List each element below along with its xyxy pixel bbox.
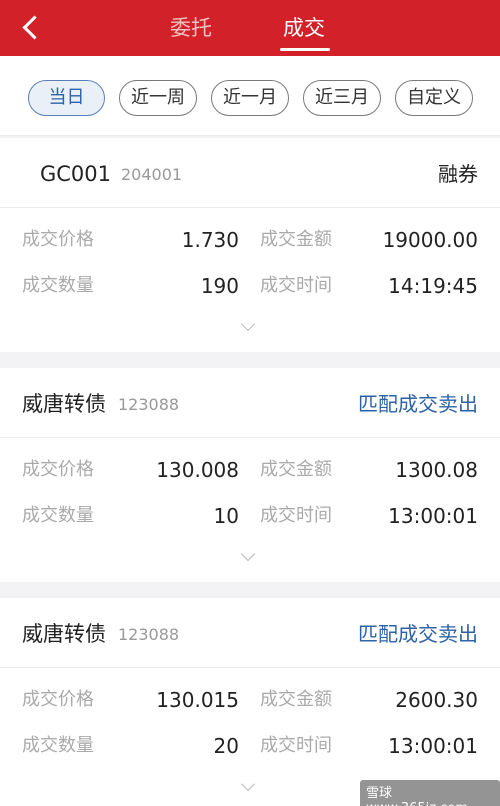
time-label: 成交时间 bbox=[260, 505, 332, 526]
trade-card[interactable]: 威唐转债 123088 匹配成交卖出 成交价格 130.008 成交金额 130… bbox=[0, 368, 500, 582]
quantity-value: 190 bbox=[200, 274, 239, 298]
amount-label: 成交金额 bbox=[260, 459, 332, 480]
trade-card-header: GC001 204001 融券 bbox=[0, 138, 500, 208]
trade-card-header: 威唐转债 123088 匹配成交卖出 bbox=[0, 598, 500, 668]
filter-custom[interactable]: 自定义 bbox=[395, 80, 473, 116]
time-label: 成交时间 bbox=[260, 275, 332, 296]
price-value: 130.015 bbox=[156, 688, 239, 712]
time-value: 13:00:01 bbox=[388, 734, 478, 758]
tab-orders[interactable]: 委托 bbox=[170, 13, 212, 43]
quantity-value: 20 bbox=[213, 734, 239, 758]
active-tab-underline bbox=[280, 48, 330, 51]
amount-value: 2600.30 bbox=[395, 688, 478, 712]
filter-three-months[interactable]: 近三月 bbox=[303, 80, 381, 116]
expand-chevron-icon[interactable] bbox=[240, 776, 256, 792]
price-value: 1.730 bbox=[181, 228, 239, 252]
amount-value: 1300.08 bbox=[395, 458, 478, 482]
date-filter-bar: 当日 近一周 近一月 近三月 自定义 bbox=[0, 56, 500, 136]
amount-value: 19000.00 bbox=[382, 228, 478, 252]
security-code: 123088 bbox=[118, 395, 180, 414]
filter-month[interactable]: 近一月 bbox=[211, 80, 289, 116]
trade-card[interactable]: 威唐转债 123088 匹配成交卖出 成交价格 130.015 成交金额 260… bbox=[0, 598, 500, 806]
price-label: 成交价格 bbox=[22, 459, 94, 480]
quantity-label: 成交数量 bbox=[22, 275, 94, 296]
security-name: 威唐转债 bbox=[22, 392, 106, 416]
trade-card-header: 威唐转债 123088 匹配成交卖出 bbox=[0, 368, 500, 438]
filter-today[interactable]: 当日 bbox=[28, 80, 105, 116]
trade-action: 匹配成交卖出 bbox=[358, 622, 478, 646]
top-nav-bar: 委托 成交 bbox=[0, 0, 500, 56]
trade-action: 融券 bbox=[438, 162, 478, 186]
time-value: 14:19:45 bbox=[388, 274, 478, 298]
amount-label: 成交金额 bbox=[260, 229, 332, 250]
security-name: GC001 bbox=[40, 162, 112, 186]
watermark: 雪球 www.365jz.com bbox=[360, 780, 500, 806]
expand-chevron-icon[interactable] bbox=[240, 316, 256, 332]
trade-action: 匹配成交卖出 bbox=[358, 392, 478, 416]
price-value: 130.008 bbox=[156, 458, 239, 482]
quantity-value: 10 bbox=[213, 504, 239, 528]
back-arrow-icon[interactable] bbox=[18, 10, 48, 46]
security-code: 204001 bbox=[121, 165, 183, 184]
price-label: 成交价格 bbox=[22, 689, 94, 710]
tab-trades[interactable]: 成交 bbox=[283, 13, 325, 43]
security-name: 威唐转债 bbox=[22, 622, 106, 646]
expand-chevron-icon[interactable] bbox=[240, 546, 256, 562]
quantity-label: 成交数量 bbox=[22, 505, 94, 526]
time-label: 成交时间 bbox=[260, 735, 332, 756]
trade-card[interactable]: GC001 204001 融券 成交价格 1.730 成交金额 19000.00… bbox=[0, 138, 500, 352]
security-code: 123088 bbox=[118, 625, 180, 644]
filter-week[interactable]: 近一周 bbox=[119, 80, 197, 116]
quantity-label: 成交数量 bbox=[22, 735, 94, 756]
price-label: 成交价格 bbox=[22, 229, 94, 250]
time-value: 13:00:01 bbox=[388, 504, 478, 528]
amount-label: 成交金额 bbox=[260, 689, 332, 710]
